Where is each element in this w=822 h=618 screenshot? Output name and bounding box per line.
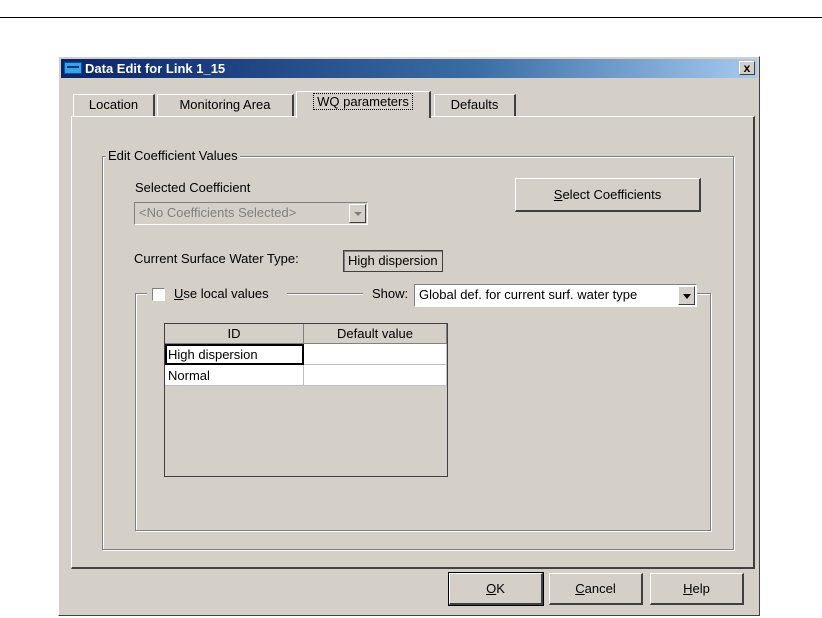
surface-type-value: High dispersion — [343, 250, 443, 272]
surface-type-label: Current Surface Water Type: — [134, 251, 299, 266]
app-icon — [64, 62, 82, 74]
checkbox-mnemonic: U — [174, 286, 184, 301]
selected-coefficient-value: <No Coefficients Selected> — [139, 205, 297, 220]
use-local-values-label: Use local values — [174, 286, 269, 301]
tab-wq-parameters[interactable]: WQ parameters — [296, 91, 431, 118]
table-header: ID Default value — [165, 324, 447, 344]
window-title: Data Edit for Link 1_15 — [85, 61, 226, 76]
tab-location[interactable]: Location — [73, 94, 155, 116]
top-rule — [0, 17, 822, 18]
use-local-values-control[interactable]: Use local values — [147, 284, 287, 304]
cancel-button[interactable]: Cancel — [549, 573, 643, 605]
dropdown-arrow-icon[interactable] — [349, 204, 366, 223]
column-header-id[interactable]: ID — [165, 324, 304, 344]
tab-label: Location — [88, 97, 139, 112]
cell-id[interactable]: Normal — [165, 364, 304, 386]
show-dropdown[interactable]: Global def. for current surf. water type — [414, 284, 697, 307]
chevron-down-icon — [683, 294, 691, 299]
dropdown-arrow-icon[interactable] — [678, 286, 695, 305]
edit-coefficient-group-label: Edit Coefficient Values — [106, 148, 240, 163]
show-label: Show: — [372, 286, 409, 301]
tab-monitoring-area[interactable]: Monitoring Area — [157, 94, 294, 116]
tab-label: Monitoring Area — [179, 97, 271, 112]
close-button[interactable]: x — [739, 61, 755, 75]
chevron-down-icon — [354, 212, 362, 216]
button-label: elect Coefficients — [562, 187, 662, 202]
table-row[interactable]: Normal — [165, 364, 447, 386]
selected-coefficient-dropdown[interactable]: <No Coefficients Selected> — [134, 202, 368, 225]
show-value: Global def. for current surf. water type — [419, 287, 638, 302]
button-mnemonic: C — [575, 581, 585, 596]
help-button[interactable]: Help — [650, 573, 744, 605]
button-label: K — [496, 581, 505, 596]
button-label: elp — [692, 581, 710, 596]
cell-default-value[interactable] — [303, 364, 447, 386]
button-mnemonic: O — [486, 581, 497, 596]
button-mnemonic: H — [683, 581, 693, 596]
checkbox-text: se local values — [183, 286, 269, 301]
wq-parameters-panel: Edit Coefficient Values Selected Coeffic… — [71, 116, 755, 569]
column-header-default-value[interactable]: Default value — [303, 324, 447, 344]
selected-coefficient-label: Selected Coefficient — [135, 180, 251, 195]
data-edit-dialog: Data Edit for Link 1_15 x Location Monit… — [58, 56, 760, 616]
tab-label: WQ parameters — [313, 93, 413, 110]
cell-id[interactable]: High dispersion — [165, 343, 304, 365]
select-coefficients-button[interactable]: Select Coefficients — [515, 178, 701, 212]
tab-defaults[interactable]: Defaults — [434, 94, 516, 116]
coefficient-table[interactable]: ID Default value High dispersion Normal — [164, 323, 448, 477]
use-local-values-checkbox[interactable] — [152, 288, 165, 301]
ok-button[interactable]: OK — [448, 572, 544, 606]
tab-label: Defaults — [450, 97, 499, 112]
cell-default-value[interactable] — [303, 343, 447, 365]
show-control: Show: Global def. for current surf. wate… — [363, 284, 697, 308]
table-row[interactable]: High dispersion — [165, 343, 447, 365]
button-label: ancel — [584, 581, 616, 596]
title-bar[interactable]: Data Edit for Link 1_15 x — [61, 59, 757, 78]
